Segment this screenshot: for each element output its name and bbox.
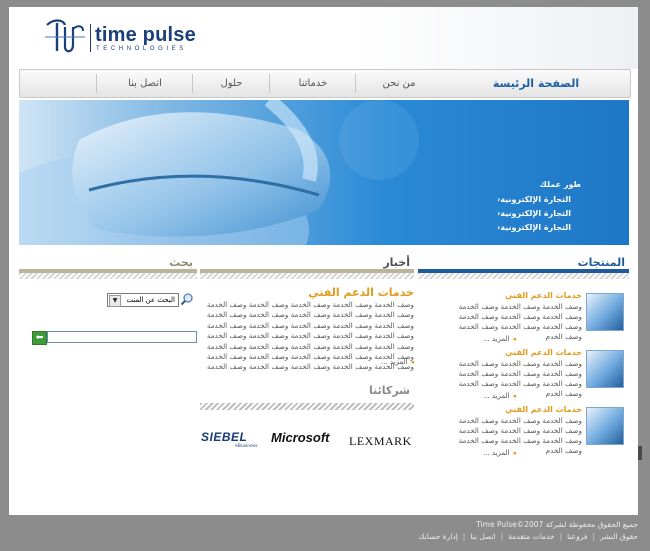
product-thumbnail[interactable]	[586, 407, 624, 445]
footer-separator: |	[500, 532, 504, 541]
nav-item-services[interactable]: خدماتنا	[270, 70, 356, 97]
footer-separator: |	[559, 532, 563, 541]
footer-link[interactable]: حقوق النشر	[600, 532, 638, 541]
partners-hatch	[200, 403, 414, 410]
news-more-link[interactable]: ◂المزيد ...	[200, 358, 414, 366]
banner-link[interactable]: التجارة الإلكترونية‹	[493, 209, 571, 218]
product-title[interactable]: خدمات الدعم الفني	[505, 291, 582, 300]
footer-link[interactable]: إدارة حسابك	[418, 532, 457, 541]
nav-item-solutions[interactable]: حلول	[193, 70, 270, 97]
partners-header: شركائنا	[200, 382, 414, 400]
banner-list: طور عملك التجارة الإلكترونية‹ التجارة ال…	[493, 180, 581, 237]
product-more-label: المزيد ...	[482, 392, 510, 400]
product-item: خدمات الدعم الفني وصف الخدمة وصف الخدمة …	[419, 291, 624, 349]
footer-separator: |	[462, 532, 466, 541]
arrow-left-icon: ⬅	[35, 333, 44, 343]
product-more-link[interactable]: ◂المزيد ...	[483, 449, 516, 457]
logo-divider	[90, 24, 91, 52]
chevron-left-icon: ◂	[512, 392, 516, 400]
search-input[interactable]	[47, 331, 197, 343]
footer-separator: |	[592, 532, 596, 541]
partner-logo-siebel[interactable]: SIEBEL	[201, 430, 247, 444]
search-icon[interactable]	[180, 292, 194, 306]
logo-mark-icon	[45, 19, 85, 53]
main-nav: الصفحة الرئيسة من نحن خدماتنا حلول اتصل …	[19, 69, 631, 98]
chevron-left-icon: ◂	[512, 449, 516, 457]
page-container: time pulse TECHNOLOGIES الصفحة الرئيسة م…	[9, 7, 638, 515]
search-category-select[interactable]: ▼ البحث عن المنت	[107, 293, 179, 307]
hero-banner: طور عملك التجارة الإلكترونية‹ التجارة ال…	[19, 100, 629, 245]
footer-links: حقوق النشر | فروعنا | خدمات متقدمة | اتصل بنا |…	[418, 532, 638, 541]
product-item: خدمات الدعم الفني وصف الخدمة وصف الخدمة …	[419, 405, 624, 463]
banner-link[interactable]: التجارة الإلكترونية‹	[493, 223, 571, 232]
product-item: خدمات الدعم الفني وصف الخدمة وصف الخدمة …	[419, 348, 624, 406]
footer: جميع الحقوق محفوظة لشركة Time Pulse©2007…	[0, 515, 650, 551]
banner-title: طور عملك	[539, 180, 581, 189]
chevron-down-icon[interactable]: ▼	[109, 295, 121, 307]
product-title[interactable]: خدمات الدعم الفني	[505, 405, 582, 414]
brand-tagline: TECHNOLOGIES	[96, 46, 187, 52]
nav-item-contact[interactable]: اتصل بنا	[97, 70, 193, 97]
partner-siebel-subtitle: eBusiness	[235, 444, 258, 449]
footer-link[interactable]: خدمات متقدمة	[508, 532, 554, 541]
chevron-left-icon: ◂	[410, 358, 414, 366]
news-title: أخبار	[383, 256, 410, 269]
product-more-link[interactable]: ◂المزيد ...	[483, 335, 516, 343]
products-title: المنتجات	[577, 256, 625, 269]
news-item-title[interactable]: خدمات الدعم الفني	[200, 286, 414, 299]
partner-logo-microsoft[interactable]: Microsoft	[271, 430, 330, 445]
product-title[interactable]: خدمات الدعم الفني	[505, 348, 582, 357]
products-header: المنتجات	[418, 253, 629, 273]
search-hatch	[19, 273, 197, 279]
banner-link-label: التجارة الإلكترونية	[500, 223, 571, 232]
product-more-link[interactable]: ◂المزيد ...	[483, 392, 516, 400]
nav-item-home[interactable]: الصفحة الرئيسة	[442, 70, 630, 97]
partner-logo-lexmark[interactable]: LEXMARK	[349, 434, 412, 449]
product-thumbnail[interactable]	[586, 350, 624, 388]
products-hatch	[418, 273, 629, 279]
news-header: أخبار	[200, 253, 414, 273]
news-more-label: المزيد ...	[380, 358, 408, 366]
search-title: بحث	[169, 256, 193, 269]
search-header: بحث	[19, 253, 197, 273]
product-more-label: المزيد ...	[482, 449, 510, 457]
banner-link-label: التجارة الإلكترونية	[500, 209, 571, 218]
product-thumbnail[interactable]	[586, 293, 624, 331]
footer-link[interactable]: فروعنا	[567, 532, 587, 541]
footer-link[interactable]: اتصل بنا	[470, 532, 495, 541]
footer-copyright: جميع الحقوق محفوظة لشركة Time Pulse©2007	[476, 520, 638, 529]
product-more-label: المزيد ...	[482, 335, 510, 343]
header: time pulse TECHNOLOGIES	[9, 7, 638, 69]
news-hatch	[200, 273, 414, 279]
banner-link-label: التجارة الإلكترونية	[500, 195, 571, 204]
scrollbar-handle[interactable]	[638, 446, 642, 460]
chevron-left-icon: ◂	[512, 335, 516, 343]
banner-link[interactable]: التجارة الإلكترونية‹	[493, 195, 571, 204]
partners-title: شركائنا	[369, 384, 410, 397]
search-go-button[interactable]: ⬅	[32, 331, 47, 345]
search-category-value: البحث عن المنت	[126, 296, 175, 304]
brand-name[interactable]: time pulse	[95, 24, 196, 47]
nav-item-about[interactable]: من نحن	[356, 70, 442, 97]
